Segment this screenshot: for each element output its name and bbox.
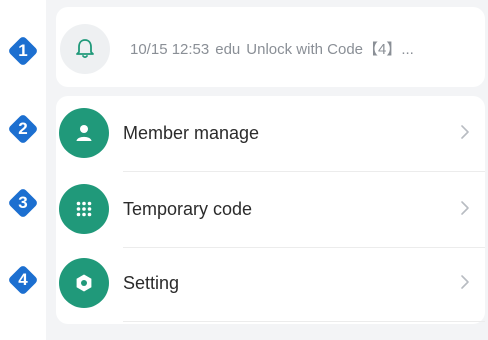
chevron-right-icon: [461, 201, 469, 215]
notification-timestamp: 10/15 12:53: [130, 41, 210, 58]
step-marker: 2: [6, 112, 40, 146]
menu-item-label: Member manage: [123, 123, 260, 143]
step-marker: 4: [6, 263, 40, 297]
gear-icon: [59, 258, 109, 308]
chevron-right-icon: [461, 125, 469, 139]
notification-user: edu: [215, 41, 241, 58]
bell-icon: [60, 24, 110, 74]
chevron-right-icon: [461, 275, 469, 289]
divider: [123, 321, 485, 322]
menu-item-temporary-code[interactable]: Temporary code: [56, 172, 485, 248]
person-icon: [59, 108, 109, 158]
step-marker: 1: [6, 34, 40, 68]
menu-item-label: Temporary code: [123, 199, 253, 219]
menu-item-setting[interactable]: Setting: [56, 246, 485, 322]
menu-item-label: Setting: [123, 273, 180, 293]
notification-message: Unlock with Code【4】...: [246, 41, 414, 58]
keypad-icon: [59, 184, 109, 234]
menu-item-member-manage[interactable]: Member manage: [56, 96, 485, 172]
notification-text[interactable]: 10/15 12:53 edu Unlock with Code【4】...: [130, 38, 414, 59]
step-marker: 3: [6, 186, 40, 220]
